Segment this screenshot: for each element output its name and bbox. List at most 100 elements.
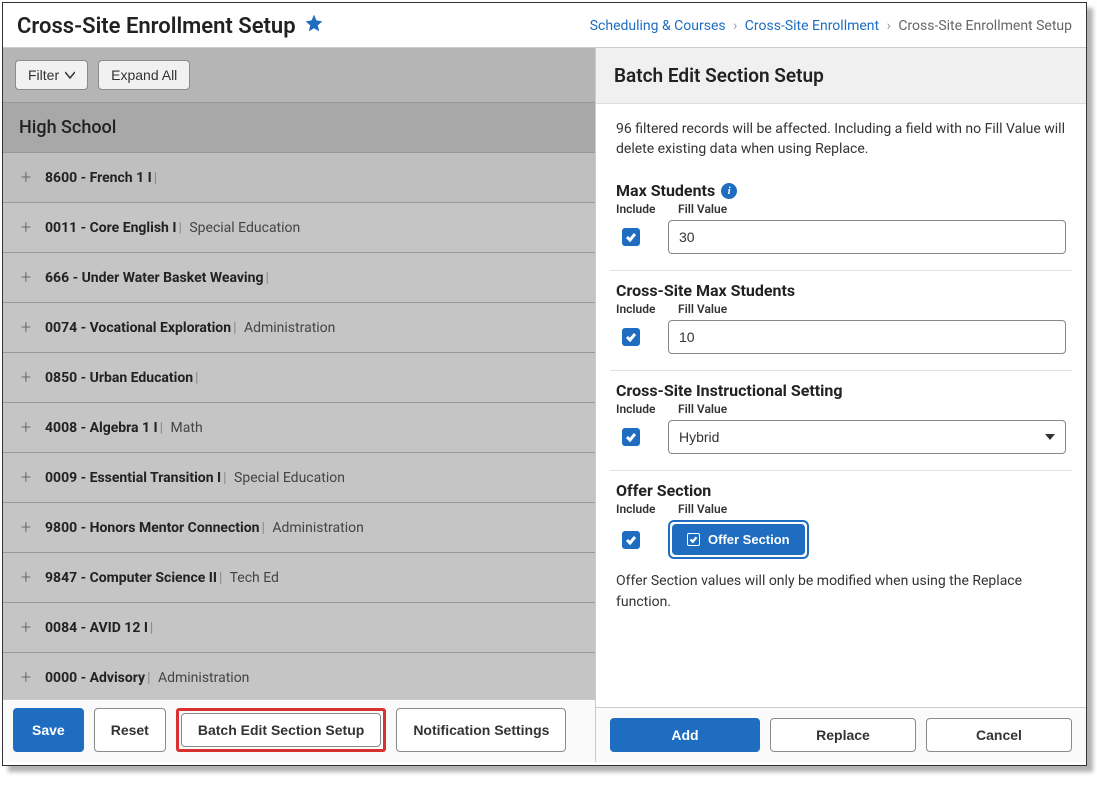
course-dept: Special Education	[221, 470, 345, 486]
max-students-input[interactable]	[668, 220, 1066, 254]
breadcrumb-link-2[interactable]: Cross-Site Enrollment	[745, 18, 879, 34]
chevron-right-icon: ›	[887, 18, 891, 34]
fill-value-label: Fill Value	[678, 402, 727, 416]
left-panel: Filter Expand All High School +8600 - Fr…	[3, 48, 595, 762]
course-row[interactable]: +0000 - Advisory Administration	[3, 653, 595, 699]
cross-max-students-input[interactable]	[668, 320, 1066, 354]
course-row[interactable]: +8600 - French 1 I	[3, 153, 595, 203]
panel-footer: Add Replace Cancel	[596, 707, 1086, 762]
course-dept	[263, 270, 272, 286]
course-code-name: 0009 - Essential Transition I	[45, 470, 221, 486]
course-row[interactable]: +0850 - Urban Education	[3, 353, 595, 403]
plus-icon: +	[19, 367, 33, 388]
panel-info-text: 96 filtered records will be affected. In…	[610, 120, 1072, 159]
course-dept: Math	[158, 420, 203, 436]
course-dept	[148, 620, 157, 636]
course-dept	[193, 370, 202, 386]
field-title-label: Offer Section	[616, 481, 711, 500]
offer-section-toggle[interactable]: Offer Section	[672, 524, 805, 555]
course-code-name: 666 - Under Water Basket Weaving	[45, 270, 263, 286]
plus-icon: +	[19, 167, 33, 188]
bottom-bar: Save Reset Batch Edit Section Setup Noti…	[3, 699, 595, 762]
course-code-name: 4008 - Algebra 1 I	[45, 420, 158, 436]
instructional-select[interactable]: Hybrid	[668, 420, 1066, 454]
checkbox-icon	[687, 533, 700, 546]
include-label: Include	[616, 502, 656, 516]
chevron-right-icon: ›	[733, 18, 737, 34]
reset-button[interactable]: Reset	[94, 708, 166, 752]
offer-note: Offer Section values will only be modifi…	[616, 571, 1066, 613]
course-dept: Special Education	[176, 220, 300, 236]
fill-value-label: Fill Value	[678, 202, 727, 216]
course-row[interactable]: +4008 - Algebra 1 I Math	[3, 403, 595, 453]
field-max-students: Max Students i Include Fill Value	[610, 171, 1072, 271]
field-title-label: Cross-Site Max Students	[616, 281, 795, 300]
filter-button[interactable]: Filter	[15, 60, 88, 90]
plus-icon: +	[19, 317, 33, 338]
plus-icon: +	[19, 467, 33, 488]
fill-value-label: Fill Value	[678, 302, 727, 316]
course-dept: Administration	[231, 320, 335, 336]
highlight-box: Batch Edit Section Setup	[176, 708, 386, 752]
plus-icon: +	[19, 417, 33, 438]
course-code-name: 0011 - Core English I	[45, 220, 176, 236]
fill-value-label: Fill Value	[678, 502, 727, 516]
course-code-name: 9847 - Computer Science II	[45, 570, 217, 586]
include-checkbox-offer[interactable]	[622, 531, 640, 549]
right-panel: Batch Edit Section Setup 96 filtered rec…	[595, 48, 1086, 762]
group-header: High School	[3, 102, 595, 153]
include-checkbox-max[interactable]	[622, 228, 640, 246]
header-bar: Cross-Site Enrollment Setup Scheduling &…	[3, 3, 1086, 48]
page-title-text: Cross-Site Enrollment Setup	[17, 14, 296, 39]
plus-icon: +	[19, 567, 33, 588]
course-row[interactable]: +0074 - Vocational Exploration Administr…	[3, 303, 595, 353]
breadcrumb-link-1[interactable]: Scheduling & Courses	[590, 18, 726, 34]
star-icon[interactable]	[304, 13, 324, 39]
course-code-name: 0850 - Urban Education	[45, 370, 193, 386]
plus-icon: +	[19, 267, 33, 288]
page-title: Cross-Site Enrollment Setup	[17, 13, 324, 39]
chevron-down-icon	[65, 67, 75, 83]
notification-settings-button[interactable]: Notification Settings	[396, 708, 566, 752]
offer-toggle-wrap: Offer Section	[668, 520, 809, 559]
course-code-name: 8600 - French 1 I	[45, 170, 152, 186]
field-title-label: Cross-Site Instructional Setting	[616, 381, 843, 400]
plus-icon: +	[19, 517, 33, 538]
course-row[interactable]: +0011 - Core English I Special Education	[3, 203, 595, 253]
breadcrumb-current: Cross-Site Enrollment Setup	[898, 18, 1072, 34]
course-dept: Administration	[145, 670, 249, 686]
plus-icon: +	[19, 617, 33, 638]
expand-all-button[interactable]: Expand All	[98, 60, 190, 90]
course-code-name: 0074 - Vocational Exploration	[45, 320, 231, 336]
course-row[interactable]: +0084 - AVID 12 I	[3, 603, 595, 653]
course-dept: Tech Ed	[217, 570, 279, 586]
breadcrumb: Scheduling & Courses › Cross-Site Enroll…	[590, 18, 1072, 34]
include-checkbox-cross-max[interactable]	[622, 328, 640, 346]
course-code-name: 9800 - Honors Mentor Connection	[45, 520, 259, 536]
field-title-label: Max Students	[616, 181, 715, 200]
include-label: Include	[616, 402, 656, 416]
field-offer: Offer Section Include Fill Value	[610, 471, 1072, 629]
include-label: Include	[616, 202, 656, 216]
course-row[interactable]: +9847 - Computer Science II Tech Ed	[3, 553, 595, 603]
course-dept: Administration	[259, 520, 363, 536]
panel-title: Batch Edit Section Setup	[596, 48, 1086, 104]
field-instructional: Cross-Site Instructional Setting Include…	[610, 371, 1072, 471]
info-icon[interactable]: i	[721, 183, 737, 199]
replace-button[interactable]: Replace	[770, 718, 916, 752]
include-checkbox-instructional[interactable]	[622, 428, 640, 446]
course-code-name: 0000 - Advisory	[45, 670, 145, 686]
course-code-name: 0084 - AVID 12 I	[45, 620, 148, 636]
include-label: Include	[616, 302, 656, 316]
course-row[interactable]: +9800 - Honors Mentor Connection Adminis…	[3, 503, 595, 553]
save-button[interactable]: Save	[13, 708, 84, 752]
add-button[interactable]: Add	[610, 718, 760, 752]
cancel-button[interactable]: Cancel	[926, 718, 1072, 752]
course-row[interactable]: +666 - Under Water Basket Weaving	[3, 253, 595, 303]
course-list: +8600 - French 1 I +0011 - Core English …	[3, 153, 595, 699]
course-dept	[152, 170, 161, 186]
course-row[interactable]: +0009 - Essential Transition I Special E…	[3, 453, 595, 503]
plus-icon: +	[19, 217, 33, 238]
plus-icon: +	[19, 667, 33, 688]
batch-edit-button[interactable]: Batch Edit Section Setup	[181, 713, 381, 747]
